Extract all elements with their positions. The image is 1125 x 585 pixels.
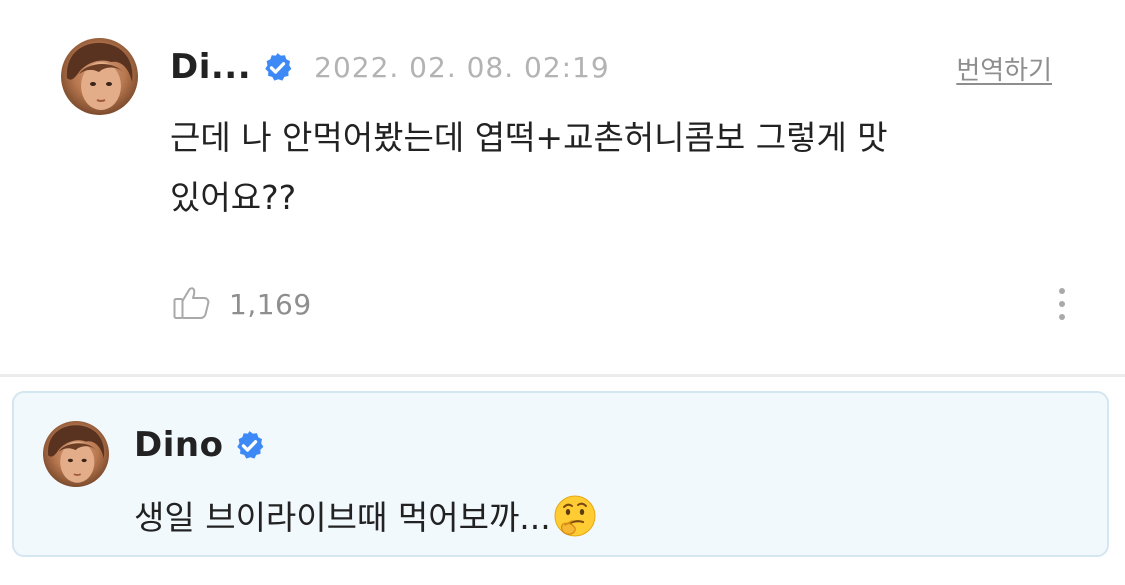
like-button[interactable]: 1,169 — [172, 282, 312, 326]
reply-header: Dino — [134, 422, 266, 468]
thumbs-up-icon — [172, 282, 212, 326]
divider — [0, 374, 1125, 377]
comment-author-name[interactable]: Di... — [170, 47, 251, 87]
verified-badge-icon — [261, 51, 294, 84]
reply-author-avatar[interactable] — [43, 421, 109, 487]
comment-text: 근데 나 안먹어봤는데 엽떡+교촌허니콤보 그렇게 맛있어요?? — [170, 118, 888, 217]
like-count: 1,169 — [229, 287, 312, 321]
reply-text: 생일 브이라이브때 먹어보까... — [134, 498, 551, 537]
more-options-icon[interactable] — [1050, 286, 1074, 326]
comment-item: Di... 2022. 02. 08. 02:19 번역하기 근데 나 안먹어봤… — [0, 0, 1125, 372]
comment-author-avatar[interactable] — [61, 38, 138, 115]
comment-timestamp: 2022. 02. 08. 02:19 — [314, 50, 610, 84]
translate-link[interactable]: 번역하기 — [956, 50, 1052, 87]
verified-badge-icon — [233, 429, 266, 462]
reply-author-name[interactable]: Dino — [134, 425, 223, 465]
reply-item: Dino 생일 브이라이브때 먹어보까... — [12, 391, 1109, 557]
comment-header: Di... 2022. 02. 08. 02:19 — [170, 44, 610, 90]
reply-text-line: 생일 브이라이브때 먹어보까... — [134, 491, 597, 546]
thinking-face-icon — [553, 494, 597, 546]
